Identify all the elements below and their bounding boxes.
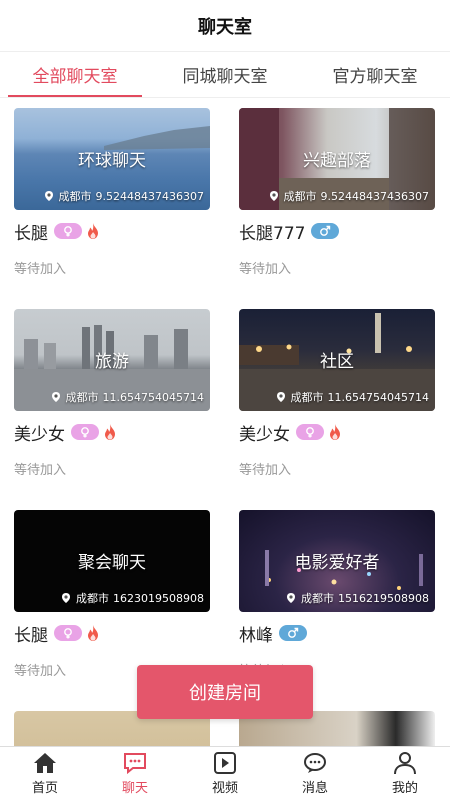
fire-icon (88, 223, 98, 239)
location-pin-icon (276, 392, 285, 402)
room-grid: 环球聊天 成都市 9.52448437436307 长腿 等待加入 兴趣部落 成都… (0, 98, 450, 746)
host-name: 长腿777 (239, 223, 306, 244)
chat-icon (124, 753, 146, 775)
room-status: 等待加入 (14, 463, 67, 478)
location-pin-icon (287, 593, 296, 603)
male-icon (279, 625, 307, 641)
host-name: 林峰 (239, 625, 273, 646)
female-icon (54, 223, 82, 239)
tab-all-rooms[interactable]: 全部聊天室 (0, 52, 150, 97)
room-thumbnail[interactable]: 旅游 成都市 11.654754045714 (14, 309, 210, 411)
female-icon (54, 625, 82, 641)
host-name: 美少女 (14, 424, 65, 445)
room-title: 社区 (320, 352, 354, 372)
bottom-tab-bar: 首页 聊天 视频 消息 我的 (0, 746, 450, 800)
female-icon (296, 424, 324, 440)
room-status: 等待加入 (239, 262, 292, 277)
room-card[interactable]: 聚会聊天 成都市 1623019508908 长腿 等待加入 (14, 510, 210, 679)
header: 聊天室 (0, 0, 450, 52)
fire-icon (88, 625, 98, 641)
tabbar-profile[interactable]: 我的 (360, 747, 450, 800)
male-icon (311, 223, 340, 239)
host-name: 长腿 (14, 625, 48, 646)
female-icon (71, 424, 99, 440)
tab-local-rooms[interactable]: 同城聊天室 (150, 52, 300, 97)
video-icon (214, 752, 236, 774)
fire-icon (105, 424, 115, 440)
room-title: 兴趣部落 (303, 151, 371, 171)
room-location: 成都市 11.654754045714 (239, 389, 429, 405)
room-card[interactable]: 电影爱好者 成都市1516219508908 林峰 等待加入 (239, 510, 435, 679)
location-pin-icon (62, 593, 71, 603)
host-name: 美少女 (239, 424, 290, 445)
room-thumbnail[interactable]: 环球聊天 成都市 9.52448437436307 (14, 108, 210, 210)
tab-bar: 全部聊天室 同城聊天室 官方聊天室 (0, 52, 450, 98)
room-thumbnail[interactable]: 兴趣部落 成都市 9.52448437436307 (239, 108, 435, 210)
tabbar-message[interactable]: 消息 (270, 747, 360, 800)
tabbar-chat[interactable]: 聊天 (90, 747, 180, 800)
tabbar-video[interactable]: 视频 (180, 747, 270, 800)
room-location: 成都市 11.654754045714 (14, 389, 204, 405)
room-thumbnail[interactable]: 聚会聊天 成都市 1623019508908 (14, 510, 210, 612)
location-pin-icon (269, 191, 278, 201)
location-pin-icon (44, 191, 53, 201)
fire-icon (330, 424, 340, 440)
tabbar-home[interactable]: 首页 (0, 747, 90, 800)
room-card[interactable]: 旅游 成都市 11.654754045714 美少女 等待加入 (14, 309, 210, 478)
room-location: 成都市 9.52448437436307 (14, 188, 204, 204)
room-thumbnail[interactable]: 社区 成都市 11.654754045714 (239, 309, 435, 411)
room-location: 成都市 1623019508908 (14, 590, 204, 606)
room-title: 环球聊天 (78, 151, 146, 171)
page-title: 聊天室 (198, 16, 252, 38)
room-card[interactable]: 社区 成都市 11.654754045714 美少女 等待加入 (239, 309, 435, 478)
home-icon (34, 753, 56, 773)
message-icon (304, 753, 326, 773)
room-title: 聚会聊天 (78, 553, 146, 573)
room-thumbnail[interactable]: 电影爱好者 成都市 1516219508908 (239, 510, 435, 612)
room-location: 成都市 1516219508908 (239, 590, 429, 606)
room-card[interactable]: 环球聊天 成都市 9.52448437436307 长腿 等待加入 (14, 108, 210, 277)
room-card[interactable]: 兴趣部落 成都市 9.52448437436307 长腿777 等待加入 (239, 108, 435, 277)
room-status: 等待加入 (239, 463, 292, 478)
room-location: 成都市 9.52448437436307 (239, 188, 429, 204)
room-title: 电影爱好者 (294, 553, 380, 573)
room-status: 等待加入 (14, 262, 67, 277)
location-pin-icon (51, 392, 60, 402)
create-room-button[interactable]: 创建房间 (137, 665, 313, 719)
tab-official-rooms[interactable]: 官方聊天室 (300, 52, 450, 97)
profile-icon (394, 752, 416, 775)
room-title: 旅游 (95, 352, 129, 372)
host-name: 长腿 (14, 223, 48, 244)
